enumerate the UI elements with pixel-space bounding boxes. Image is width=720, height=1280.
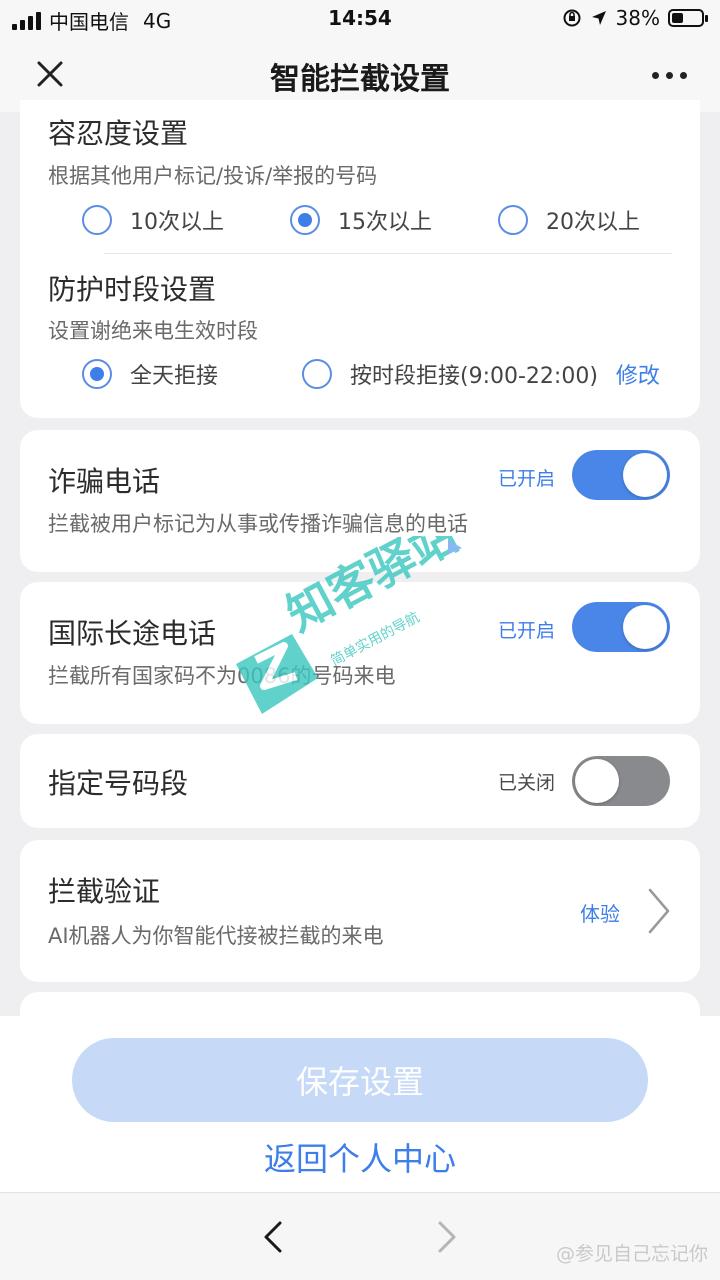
back-to-profile-link[interactable]: 返回个人中心 (0, 1134, 720, 1180)
tolerance-option-label: 15次以上 (338, 210, 432, 235)
verification-title: 拦截验证 (48, 875, 161, 908)
chevron-right-icon[interactable] (644, 886, 674, 936)
tolerance-option-label: 20次以上 (546, 210, 640, 235)
back-arrow-icon[interactable] (258, 1217, 288, 1257)
international-calls-status: 已开启 (497, 620, 555, 642)
number-range-status: 已关闭 (497, 772, 555, 794)
international-calls-card: 国际长途电话 拦截所有国家码不为0086的号码来电 已开启 (20, 582, 700, 724)
fraud-calls-status: 已开启 (497, 468, 555, 490)
period-option-label: 按时段拒接(9:00-22:00) (350, 364, 598, 389)
rotation-lock-icon (563, 9, 581, 27)
period-option-all-day[interactable]: 全天拒接 (82, 358, 218, 390)
tolerance-option-10[interactable]: 10次以上 (82, 204, 224, 236)
footer-actions: 保存设置 返回个人中心 (0, 1016, 720, 1192)
international-calls-title: 国际长途电话 (48, 617, 217, 650)
fraud-calls-title: 诈骗电话 (48, 465, 161, 498)
section-divider (104, 253, 672, 254)
tolerance-option-15[interactable]: 15次以上 (290, 204, 432, 236)
number-range-toggle[interactable] (572, 756, 670, 806)
fraud-calls-description: 拦截被用户标记为从事或传播诈骗信息的电话 (48, 512, 468, 536)
watermark-credit: @参见自己忘记你 (555, 1243, 708, 1265)
try-verification-link[interactable]: 体验 (580, 898, 620, 927)
more-options-icon[interactable] (652, 60, 692, 90)
modify-period-link[interactable]: 修改 (616, 358, 660, 390)
save-settings-button[interactable]: 保存设置 (72, 1038, 648, 1122)
verification-description: AI机器人为你智能代接被拦截的来电 (48, 924, 384, 948)
battery-icon (668, 9, 708, 27)
protection-period-title: 防护时段设置 (48, 273, 217, 306)
number-range-title: 指定号码段 (48, 767, 189, 800)
radio-button[interactable] (82, 359, 112, 389)
status-bar: 中国电信 4G 14:54 38% (0, 0, 720, 36)
battery-percent: 38% (615, 6, 660, 30)
period-option-time-range[interactable]: 按时段拒接(9:00-22:00) 修改 (302, 358, 660, 390)
fraud-calls-toggle[interactable] (572, 450, 670, 500)
toggle-knob (623, 453, 667, 497)
number-range-card: 指定号码段 已关闭 (20, 734, 700, 828)
international-calls-toggle[interactable] (572, 602, 670, 652)
browser-toolbar: @参见自己忘记你 (0, 1192, 720, 1280)
tolerance-protection-card: 容忍度设置 根据其他用户标记/投诉/举报的号码 10次以上 15次以上 20次以… (20, 100, 700, 418)
radio-button[interactable] (302, 359, 332, 389)
tolerance-title: 容忍度设置 (48, 117, 189, 150)
radio-button[interactable] (498, 205, 528, 235)
toggle-knob (623, 605, 667, 649)
forward-arrow-icon[interactable] (432, 1217, 462, 1257)
verification-card[interactable]: 拦截验证 AI机器人为你智能代接被拦截的来电 体验 (20, 840, 700, 982)
toggle-knob (575, 759, 619, 803)
page-title: 智能拦截设置 (270, 62, 450, 97)
fraud-calls-card: 诈骗电话 拦截被用户标记为从事或传播诈骗信息的电话 已开启 (20, 430, 700, 572)
tolerance-description: 根据其他用户标记/投诉/举报的号码 (48, 164, 378, 188)
period-option-label: 全天拒接 (130, 364, 219, 389)
location-arrow-icon (591, 11, 606, 25)
tolerance-option-label: 10次以上 (130, 210, 224, 235)
tolerance-option-20[interactable]: 20次以上 (498, 204, 640, 236)
protection-period-description: 设置谢绝来电生效时段 (48, 319, 258, 343)
radio-button[interactable] (82, 205, 112, 235)
international-calls-description: 拦截所有国家码不为0086的号码来电 (48, 664, 396, 688)
radio-button[interactable] (290, 205, 320, 235)
